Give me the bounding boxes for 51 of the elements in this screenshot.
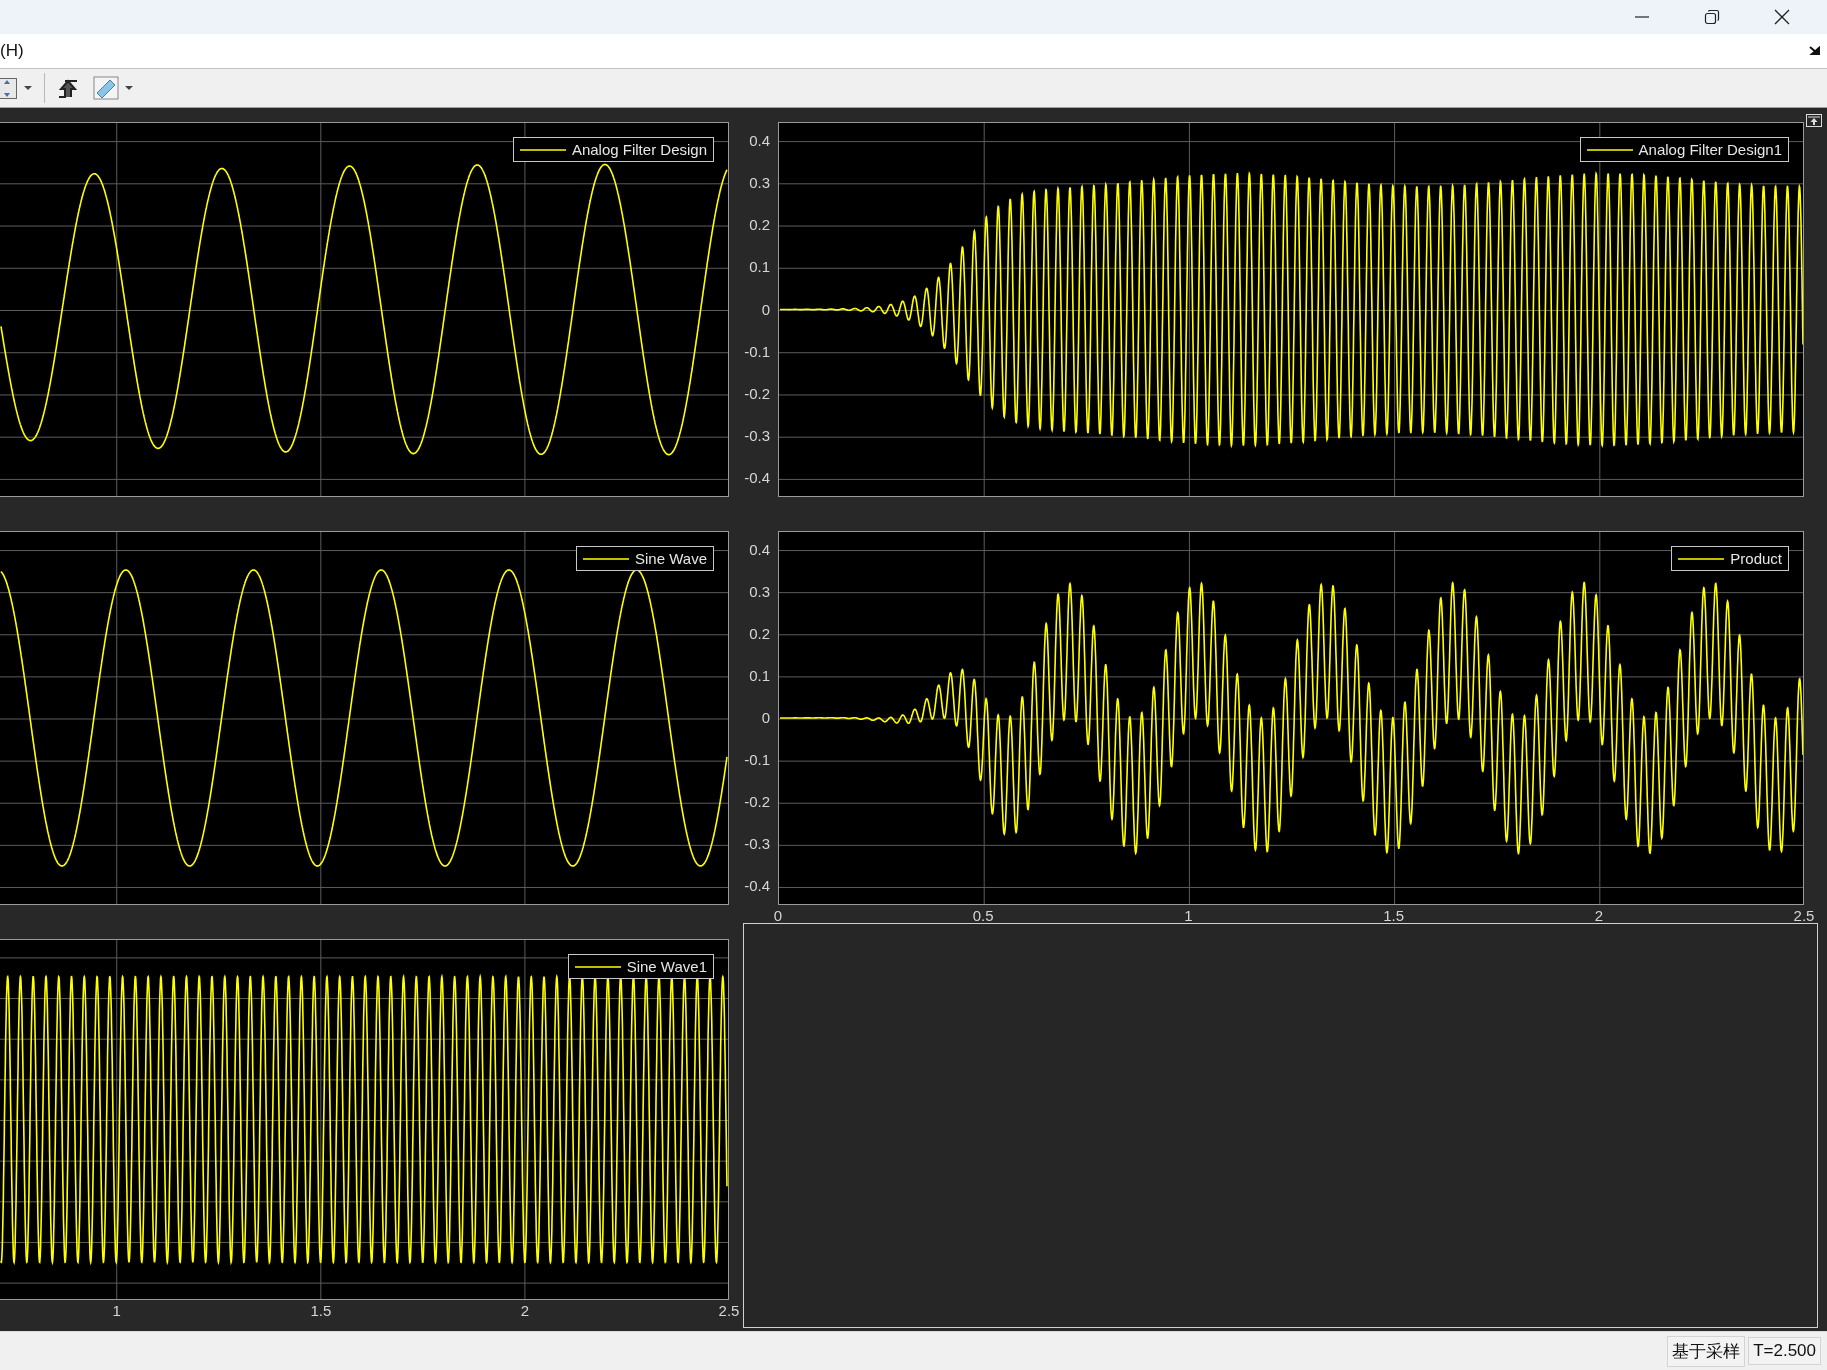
menu-item[interactable]: (H)	[0, 41, 24, 61]
measure-button[interactable]	[93, 73, 119, 103]
caret-icon[interactable]	[24, 85, 32, 91]
y-tick-label: 0	[761, 709, 770, 727]
x-tick-label: 0	[773, 907, 783, 925]
y-tick-label: 0	[761, 300, 770, 319]
x-tick-label: 1	[112, 1302, 121, 1320]
x-tick-label: 0.5	[972, 907, 994, 925]
status-mode: 基于采样	[1667, 1335, 1746, 1367]
x-tick-label: 2	[1594, 907, 1603, 925]
x-tick-label: 1	[1184, 907, 1193, 925]
x-tick-label: 1.5	[1383, 907, 1404, 925]
step-icon	[57, 77, 79, 99]
x-tick-label: 1.5	[310, 1302, 332, 1320]
legend-label: Product	[1730, 550, 1782, 567]
legend-label: Sine Wave1	[626, 958, 707, 975]
y-tick-label: -0.2	[744, 793, 770, 812]
y-tick-label: -0.2	[744, 384, 770, 403]
legend-label: Analog Filter Design	[571, 141, 707, 158]
x-tick-label: 2	[520, 1302, 530, 1320]
y-tick-label: -0.3	[744, 427, 770, 446]
close-icon	[1774, 9, 1790, 25]
line-sample-icon	[574, 964, 621, 969]
y-tick-label: -0.4	[744, 469, 770, 488]
restore-icon	[1704, 9, 1720, 25]
y-tick-label: 0.4	[749, 131, 770, 150]
y-tick-label: 0.2	[749, 216, 770, 235]
x-tick-label: 2.5	[718, 1302, 740, 1320]
ruler-icon	[93, 76, 119, 100]
y-tick-label: 0.1	[749, 258, 770, 277]
y-tick-label: 0.4	[749, 540, 770, 559]
y-tick-label: -0.3	[744, 835, 770, 854]
undock-icon	[1806, 114, 1822, 127]
line-sample-icon	[519, 147, 566, 152]
line-sample-icon	[1586, 147, 1633, 152]
minimize-icon	[1634, 16, 1650, 18]
line-sample-icon	[1678, 556, 1725, 561]
legend-label: Sine Wave	[635, 550, 707, 567]
y-tick-label: 0.2	[749, 624, 770, 643]
y-tick-label: 0.3	[749, 173, 770, 192]
caret-icon[interactable]	[125, 85, 133, 91]
y-tick-label: 0.3	[749, 582, 770, 601]
y-tick-label: -0.1	[744, 751, 770, 770]
line-sample-icon	[583, 556, 629, 561]
y-tick-label: -0.4	[744, 877, 770, 896]
y-tick-label: 0.1	[749, 666, 770, 685]
arrow-icon[interactable]	[1809, 45, 1821, 57]
y-tick-label: -0.1	[744, 342, 770, 361]
x-tick-label: 2.5	[1793, 907, 1815, 925]
legend-label: Analog Filter Design1	[1638, 141, 1782, 158]
status-time: T=2.500	[1748, 1337, 1821, 1365]
